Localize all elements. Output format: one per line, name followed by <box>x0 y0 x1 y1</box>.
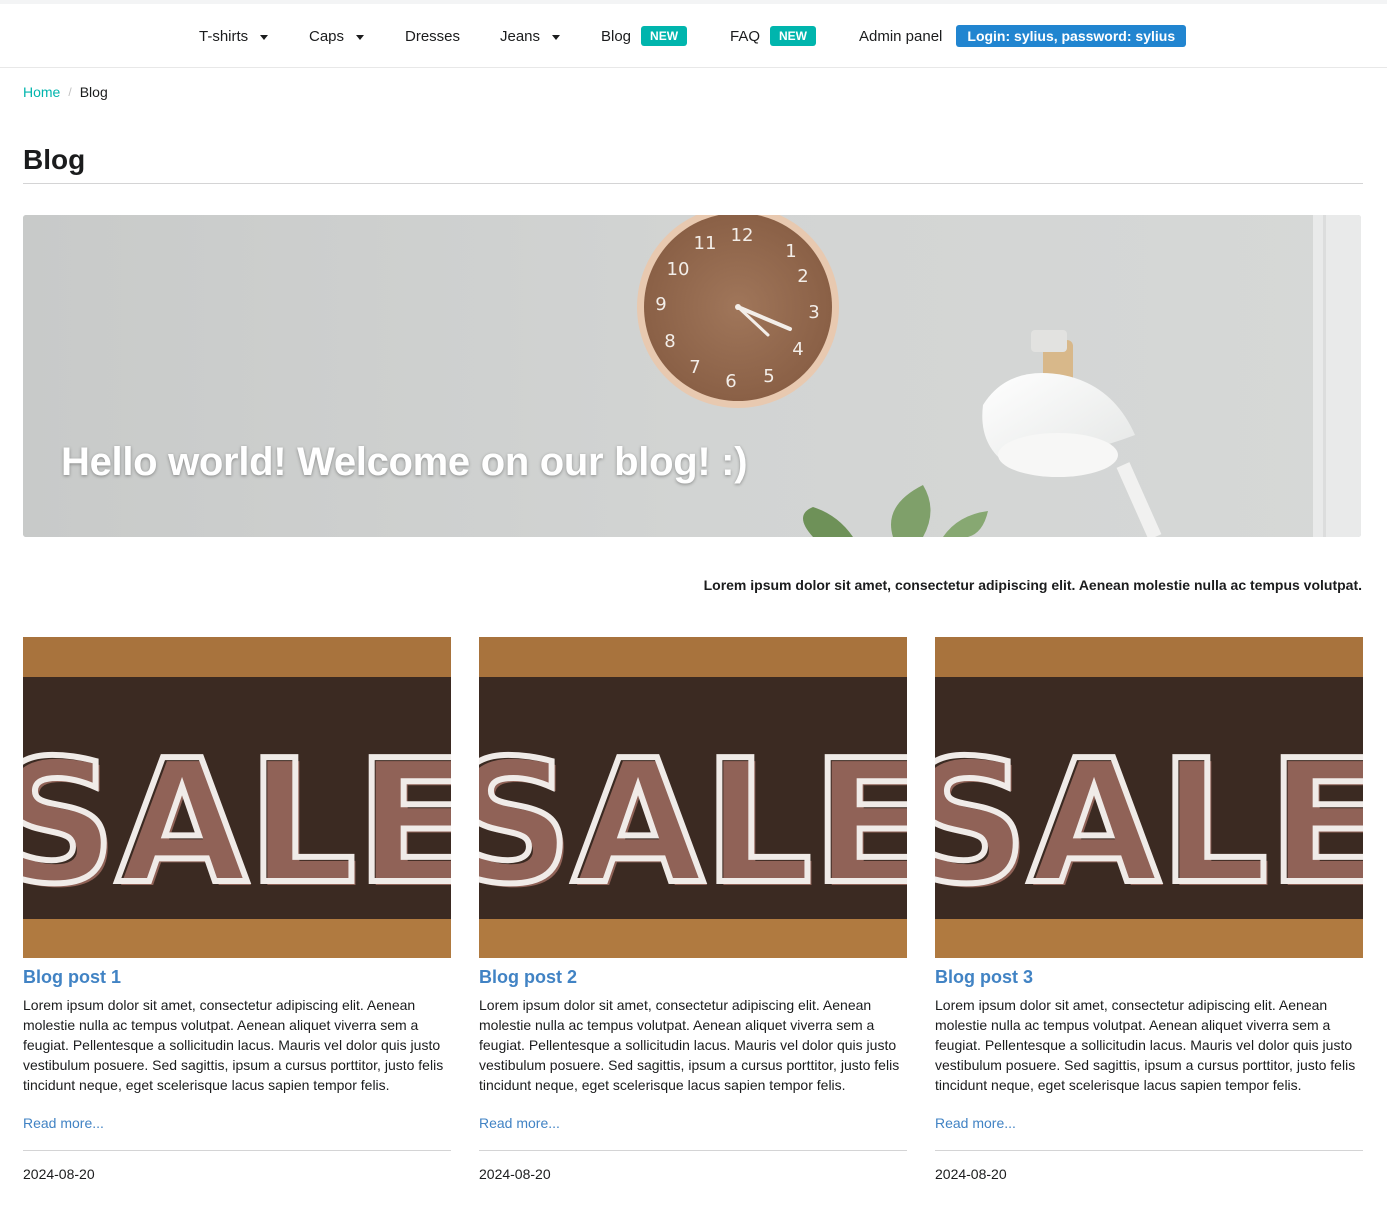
card-divider <box>23 1150 451 1151</box>
read-more-link[interactable]: Read more... <box>935 1115 1016 1131</box>
blog-post-title[interactable]: Blog post 1 <box>23 967 121 988</box>
nav-item-admin-panel[interactable]: Admin panel Login: sylius, password: syl… <box>859 4 1187 68</box>
nav-item-label: Admin panel <box>859 27 943 45</box>
read-more-link[interactable]: Read more... <box>23 1115 104 1131</box>
hero-banner: 12 1 2 3 4 5 6 7 8 9 10 11 Hello world! … <box>23 215 1361 537</box>
svg-text:2: 2 <box>797 266 808 287</box>
nav-item-jeans[interactable]: Jeans <box>500 4 561 68</box>
title-divider <box>23 183 1363 184</box>
caret-down-icon <box>260 34 269 40</box>
card-divider <box>935 1150 1363 1151</box>
blog-post-excerpt: Lorem ipsum dolor sit amet, consectetur … <box>935 997 1356 1093</box>
blog-post-image[interactable]: SALE SALE <box>479 637 907 958</box>
hero-image: 12 1 2 3 4 5 6 7 8 9 10 11 <box>23 215 1361 537</box>
svg-text:11: 11 <box>694 233 717 254</box>
svg-text:12: 12 <box>731 225 754 246</box>
card-divider <box>479 1150 907 1151</box>
breadcrumb-home-link[interactable]: Home <box>23 84 60 100</box>
blog-post-excerpt: Lorem ipsum dolor sit amet, consectetur … <box>479 997 900 1093</box>
read-more-link[interactable]: Read more... <box>479 1115 560 1131</box>
new-badge: NEW <box>641 26 688 46</box>
blog-post-excerpt: Lorem ipsum dolor sit amet, consectetur … <box>23 997 444 1093</box>
hero-title: Hello world! Welcome on our blog! :) <box>61 440 748 484</box>
nav-item-label: Caps <box>309 27 345 45</box>
blog-post-card: SALE SALE Blog post 1 Lorem ipsum dolor … <box>23 637 451 1182</box>
svg-text:5: 5 <box>763 366 774 387</box>
svg-text:4: 4 <box>792 339 803 360</box>
nav-item-blog[interactable]: Blog NEW <box>601 4 688 68</box>
breadcrumb-current: Blog <box>79 84 108 100</box>
blog-post-image[interactable]: SALE SALE <box>23 637 451 958</box>
svg-text:6: 6 <box>725 371 736 392</box>
sale-image-text: SALE <box>479 724 907 922</box>
breadcrumb: Home / Blog <box>23 84 108 100</box>
nav-item-label: T-shirts <box>199 27 249 45</box>
svg-text:7: 7 <box>689 357 700 378</box>
nav-item-tshirts[interactable]: T-shirts <box>199 4 269 68</box>
new-badge: NEW <box>770 26 817 46</box>
blog-intro-text: Lorem ipsum dolor sit amet, consectetur … <box>703 577 1362 593</box>
caret-down-icon <box>552 34 561 40</box>
svg-text:3: 3 <box>808 302 819 323</box>
blog-post-title[interactable]: Blog post 3 <box>935 967 1033 988</box>
nav-item-faq[interactable]: FAQ NEW <box>730 4 817 68</box>
blog-post-date: 2024-08-20 <box>479 1166 551 1182</box>
svg-text:10: 10 <box>667 259 690 280</box>
svg-text:1: 1 <box>785 241 796 262</box>
nav-item-label: FAQ <box>730 27 761 45</box>
breadcrumb-separator: / <box>68 85 72 99</box>
blog-post-image[interactable]: SALE SALE <box>935 637 1363 958</box>
sale-image-text: SALE <box>23 724 451 922</box>
nav-item-dresses[interactable]: Dresses <box>405 4 460 68</box>
blog-post-date: 2024-08-20 <box>935 1166 1007 1182</box>
sale-image-text: SALE <box>935 724 1363 922</box>
blog-post-title[interactable]: Blog post 2 <box>479 967 577 988</box>
caret-down-icon <box>356 34 365 40</box>
login-credentials-badge: Login: sylius, password: sylius <box>956 25 1187 47</box>
blog-post-card: SALE SALE Blog post 3 Lorem ipsum dolor … <box>935 637 1363 1182</box>
main-navigation: T-shirts Caps Dresses Jeans Blog NEW FAQ… <box>0 4 1387 68</box>
nav-item-caps[interactable]: Caps <box>309 4 365 68</box>
page-title: Blog <box>23 144 86 175</box>
blog-post-date: 2024-08-20 <box>23 1166 95 1182</box>
blog-post-card: SALE SALE Blog post 2 Lorem ipsum dolor … <box>479 637 907 1182</box>
nav-item-label: Jeans <box>500 27 541 45</box>
svg-text:9: 9 <box>655 294 666 315</box>
nav-item-label: Blog <box>601 27 632 45</box>
nav-item-label: Dresses <box>405 27 461 45</box>
svg-text:8: 8 <box>664 331 675 352</box>
